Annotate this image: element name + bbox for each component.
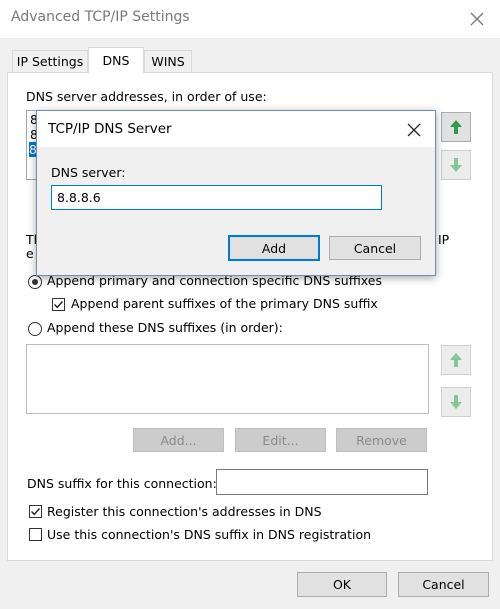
arrow-down-icon (450, 158, 462, 172)
arrow-down-icon (450, 395, 462, 409)
close-icon[interactable] (464, 6, 490, 32)
dns-suffix-connection-label: DNS suffix for this connection: (27, 476, 217, 491)
checkmark-icon (31, 508, 41, 516)
use-suffix-registration-label: Use this connection's DNS suffix in DNS … (47, 527, 372, 542)
use-suffix-registration-checkbox[interactable] (29, 528, 42, 541)
dns-suffix-list[interactable] (26, 344, 429, 414)
append-primary-radio[interactable] (28, 275, 42, 289)
dns-server-input[interactable]: 8.8.8.6 (51, 185, 382, 210)
dialog-title: TCP/IP DNS Server (48, 121, 172, 137)
suffix-add-button[interactable]: Add... (133, 428, 224, 452)
arrow-up-icon (450, 353, 462, 367)
move-down-button[interactable] (441, 150, 471, 180)
dialog-add-button[interactable]: Add (228, 235, 320, 261)
move-up-button[interactable] (441, 112, 471, 142)
suffix-description-fragment-2: e (26, 246, 34, 261)
dns-server-field-label: DNS server: (51, 165, 126, 180)
register-addresses-label: Register this connection's addresses in … (47, 504, 322, 519)
dns-server-dialog: TCP/IP DNS Server DNS server: 8.8.8.6 Ad… (36, 110, 436, 276)
append-these-radio[interactable] (28, 322, 42, 336)
suffix-move-down-button[interactable] (441, 387, 471, 417)
tab-ip-settings[interactable]: IP Settings (12, 50, 88, 72)
cancel-button[interactable]: Cancel (398, 572, 489, 597)
dialog-cancel-button[interactable]: Cancel (329, 236, 421, 260)
append-these-label: Append these DNS suffixes (in order): (47, 320, 283, 335)
dns-suffix-connection-input[interactable] (216, 469, 428, 495)
dns-servers-label: DNS server addresses, in order of use: (26, 89, 267, 104)
tab-dns[interactable]: DNS (88, 47, 144, 73)
suffix-edit-button[interactable]: Edit... (235, 428, 326, 452)
tab-wins[interactable]: WINS (144, 50, 192, 72)
dialog-close-icon[interactable] (401, 117, 427, 143)
checkmark-icon (54, 301, 64, 309)
suffix-remove-button[interactable]: Remove (336, 428, 427, 452)
append-parent-checkbox[interactable] (52, 298, 65, 311)
suffix-move-up-button[interactable] (441, 345, 471, 375)
suffix-description-fragment-right: IP (438, 232, 450, 247)
append-parent-label: Append parent suffixes of the primary DN… (71, 296, 378, 311)
register-addresses-checkbox[interactable] (29, 505, 42, 518)
ok-button[interactable]: OK (297, 572, 387, 597)
arrow-up-icon (450, 120, 462, 134)
window-title: Advanced TCP/IP Settings (11, 9, 190, 25)
